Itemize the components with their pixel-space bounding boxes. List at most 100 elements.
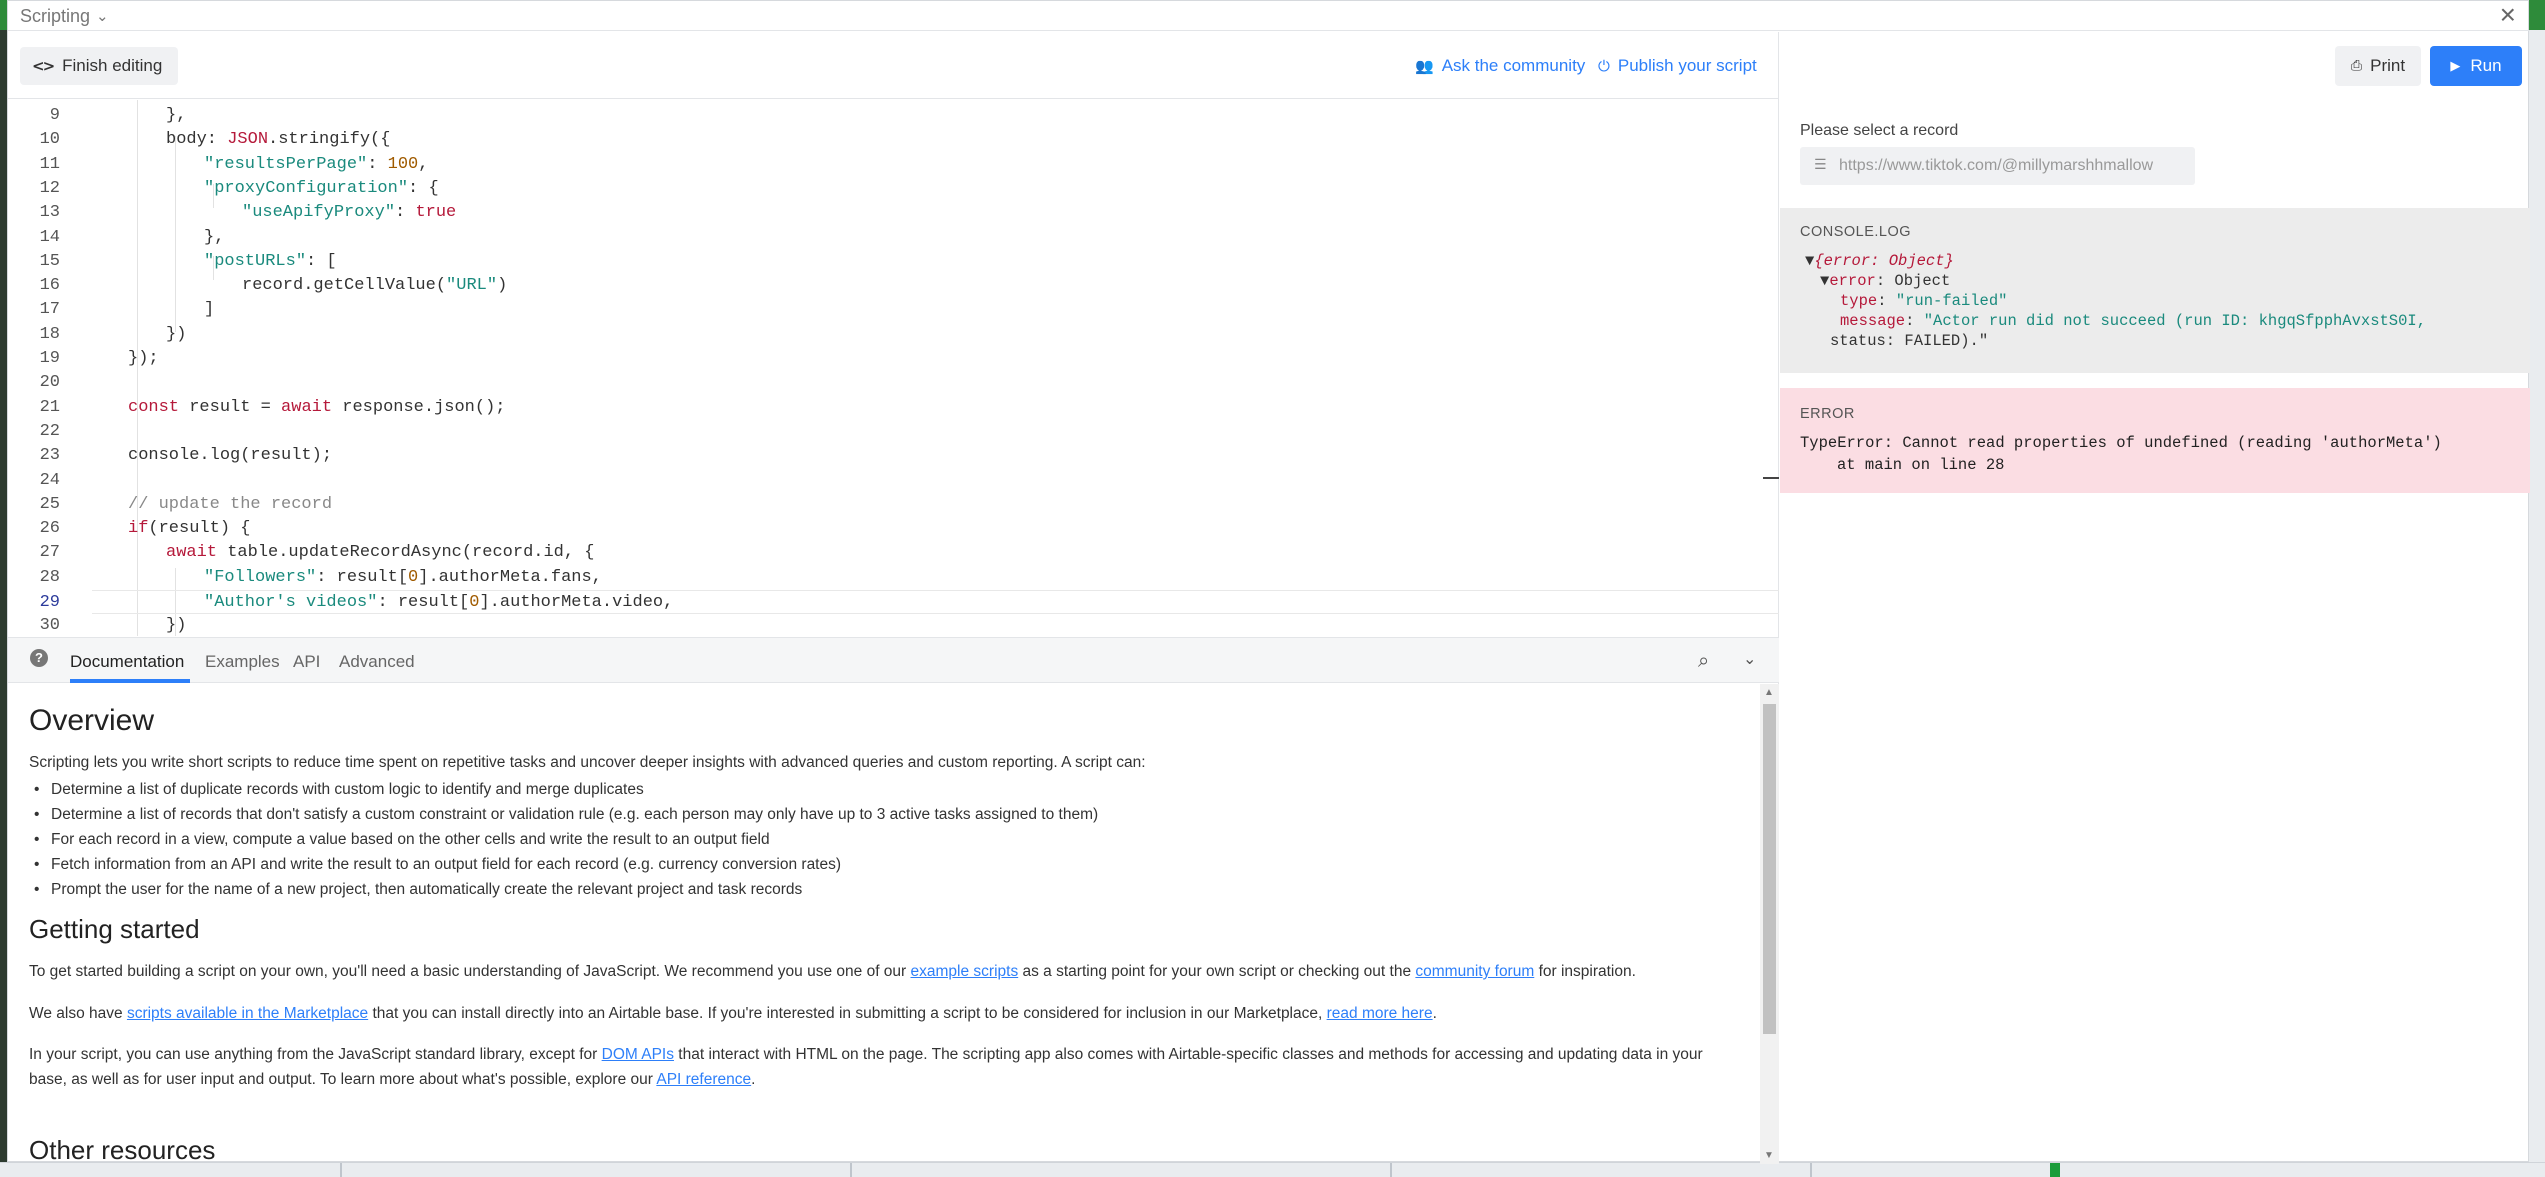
read-more-link[interactable]: read more here bbox=[1327, 1005, 1433, 1022]
chevron-down-icon[interactable]: ⌄ bbox=[96, 7, 109, 25]
print-button[interactable]: ⎙ Print bbox=[2335, 46, 2421, 86]
run-label: Run bbox=[2470, 56, 2502, 75]
code-text: "useApifyProxy": true bbox=[242, 203, 457, 223]
record-select-label: Please select a record bbox=[1800, 122, 1959, 139]
code-line[interactable]: 28 "Followers": result[0].authorMeta.fans… bbox=[8, 566, 1779, 590]
code-text: // update the record bbox=[128, 494, 333, 514]
code-line[interactable]: 24 bbox=[8, 469, 1779, 493]
line-number: 29 bbox=[39, 593, 60, 612]
line-number: 21 bbox=[39, 397, 60, 417]
code-line[interactable]: 21 const result = await response.json(); bbox=[8, 396, 1779, 420]
error-output: ERROR TypeError: Cannot read properties … bbox=[1780, 388, 2530, 493]
publish-script-button[interactable]: ⏻ Publish your script bbox=[1598, 56, 1757, 76]
title-bar: Scripting ⌄ × bbox=[8, 1, 2530, 31]
console-root-object[interactable]: ▼{error: Object} bbox=[1805, 252, 1954, 270]
console-message-continuation: status: FAILED)." bbox=[1830, 332, 1989, 350]
code-line[interactable]: 11 "resultsPerPage": 100, bbox=[8, 153, 1779, 177]
play-icon: ▶ bbox=[2450, 58, 2461, 73]
line-number: 23 bbox=[39, 446, 60, 466]
code-line[interactable]: 25 // update the record bbox=[8, 493, 1779, 517]
line-number: 24 bbox=[39, 470, 60, 490]
tab-documentation[interactable]: Documentation bbox=[70, 652, 184, 672]
ask-community-button[interactable]: 👥 Ask the community bbox=[1415, 56, 1585, 76]
line-number: 13 bbox=[39, 203, 60, 223]
code-text: const result = await response.json(); bbox=[128, 397, 506, 417]
finish-editing-label: Finish editing bbox=[62, 56, 163, 75]
code-text: console.log(result); bbox=[128, 446, 333, 466]
line-number: 25 bbox=[39, 494, 60, 514]
code-line[interactable]: 17] bbox=[8, 298, 1779, 322]
line-number: 20 bbox=[39, 373, 60, 393]
code-line[interactable]: 30}) bbox=[8, 614, 1779, 636]
api-reference-link[interactable]: API reference bbox=[656, 1071, 751, 1088]
documentation-panel: ? Documentation Examples API Advanced ⌕ … bbox=[8, 637, 1779, 1164]
error-header: ERROR bbox=[1800, 406, 1855, 422]
collapse-chevron-icon[interactable]: ⌄ bbox=[1743, 649, 1756, 668]
tab-advanced[interactable]: Advanced bbox=[339, 652, 415, 672]
marketplace-scripts-link[interactable]: scripts available in the Marketplace bbox=[127, 1005, 368, 1022]
scroll-up-icon[interactable]: ▲ bbox=[1764, 687, 1774, 698]
line-number: 19 bbox=[39, 349, 60, 368]
code-line[interactable]: 19}); bbox=[8, 347, 1779, 371]
background-app-bottom-edge bbox=[0, 1162, 2545, 1177]
console-error-object[interactable]: ▼error: Object bbox=[1820, 272, 1950, 290]
publish-icon: ⏻ bbox=[1598, 57, 1610, 75]
documentation-tab-bar: ? Documentation Examples API Advanced ⌕ … bbox=[8, 638, 1779, 683]
screen: Scripting ⌄ × <> Finish editing 👥 Ask th… bbox=[0, 0, 2545, 1177]
search-icon[interactable]: ⌕ bbox=[1698, 648, 1709, 672]
code-line[interactable]: 18}) bbox=[8, 323, 1779, 347]
tab-api[interactable]: API bbox=[293, 652, 320, 672]
code-text: ] bbox=[204, 300, 215, 320]
tab-examples[interactable]: Examples bbox=[205, 652, 280, 672]
dom-apis-link[interactable]: DOM APIs bbox=[602, 1046, 674, 1063]
code-line[interactable]: 15 "postURLs": [ bbox=[8, 250, 1779, 274]
list-icon: ☰ bbox=[1814, 157, 1827, 173]
getting-started-paragraph-3: In your script, you can use anything fro… bbox=[29, 1046, 1703, 1088]
code-text: "Author's videos": result[0].authorMeta.… bbox=[204, 593, 674, 612]
line-number: 10 bbox=[39, 130, 60, 150]
code-text: record.getCellValue("URL") bbox=[242, 276, 508, 296]
line-number: 16 bbox=[39, 276, 60, 296]
list-item: Prompt the user for the name of a new pr… bbox=[34, 881, 802, 899]
code-text: }) bbox=[166, 616, 187, 636]
dialog-title[interactable]: Scripting bbox=[20, 6, 90, 27]
getting-started-heading: Getting started bbox=[29, 914, 200, 944]
code-line[interactable]: 9}, bbox=[8, 104, 1779, 128]
code-line[interactable]: 10 body: JSON.stringify({ bbox=[8, 128, 1779, 152]
code-line[interactable]: 22 bbox=[8, 420, 1779, 444]
code-text: "resultsPerPage": 100, bbox=[204, 154, 429, 174]
code-text: body: JSON.stringify({ bbox=[166, 130, 391, 150]
code-line[interactable]: 27 await table.updateRecordAsync(record.i… bbox=[8, 541, 1779, 565]
code-line[interactable]: 20 bbox=[8, 371, 1779, 395]
code-line[interactable]: 12 "proxyConfiguration": { bbox=[8, 177, 1779, 201]
finish-editing-button[interactable]: <> Finish editing bbox=[20, 47, 179, 85]
run-toolbar: ⎙ Print ▶ Run bbox=[1780, 32, 2530, 99]
console-message-field: message: "Actor run did not succeed (run… bbox=[1840, 312, 2427, 330]
code-line[interactable]: 29 "Author's videos": result[0].authorMet… bbox=[40, 590, 1779, 614]
code-editor[interactable]: 9}, 10 body: JSON.stringify({ 11 "resultsPer… bbox=[8, 100, 1779, 636]
list-item: For each record in a view, compute a val… bbox=[34, 831, 770, 849]
scrollbar-thumb[interactable] bbox=[1763, 704, 1776, 1034]
line-number: 12 bbox=[39, 178, 60, 198]
code-line[interactable]: 26 if(result) { bbox=[8, 517, 1779, 541]
run-button[interactable]: ▶ Run bbox=[2430, 46, 2522, 86]
code-line[interactable]: 16 record.getCellValue("URL") bbox=[8, 274, 1779, 298]
code-line[interactable]: 13 "useApifyProxy": true bbox=[8, 201, 1779, 225]
code-line[interactable]: 14}, bbox=[8, 226, 1779, 250]
documentation-scrollbar[interactable]: ▲ ▼ bbox=[1760, 684, 1779, 1164]
publish-script-label: Publish your script bbox=[1617, 56, 1757, 75]
documentation-content[interactable]: Overview Scripting lets you write short … bbox=[8, 684, 1758, 1164]
code-text: "postURLs": [ bbox=[204, 251, 337, 271]
record-select-input[interactable]: ☰ https://www.tiktok.com/@millymarshhmal… bbox=[1800, 147, 2195, 185]
record-select-value: https://www.tiktok.com/@millymarshhmallo… bbox=[1839, 157, 2154, 174]
code-brackets-icon: <> bbox=[32, 57, 55, 75]
code-text: "Followers": result[0].authorMeta.fans, bbox=[204, 567, 602, 587]
getting-started-paragraph-1: To get started building a script on your… bbox=[29, 963, 1636, 980]
line-number: 15 bbox=[39, 251, 60, 271]
example-scripts-link[interactable]: example scripts bbox=[911, 963, 1019, 980]
close-icon[interactable]: × bbox=[2500, 1, 2516, 29]
community-forum-link[interactable]: community forum bbox=[1415, 963, 1534, 980]
code-line[interactable]: 23 console.log(result); bbox=[8, 444, 1779, 468]
scroll-down-icon[interactable]: ▼ bbox=[1764, 1150, 1774, 1161]
background-app-right-edge bbox=[2529, 0, 2545, 1177]
